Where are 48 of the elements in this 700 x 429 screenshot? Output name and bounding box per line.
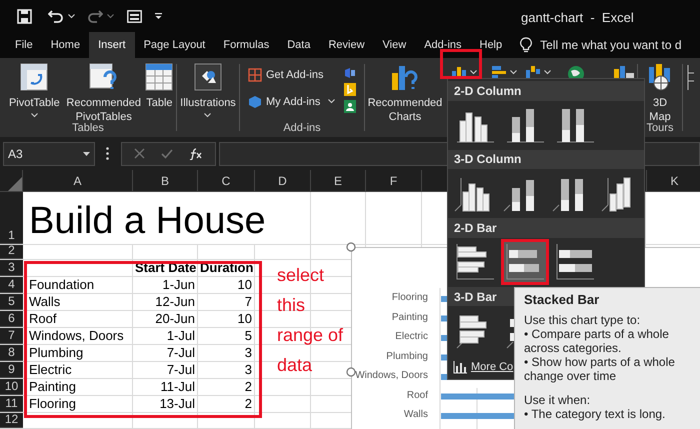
table-cell: Flooring <box>29 396 76 412</box>
table-cell: 20-Jun <box>155 311 195 327</box>
group-label: Tables <box>72 121 104 136</box>
axis-label: Electric <box>395 331 428 343</box>
axis-label: Painting <box>392 312 428 324</box>
table-cell: 3 <box>244 362 252 378</box>
table-cell: 5 <box>244 328 252 344</box>
tooltip-text: Use it when: <box>524 393 592 407</box>
tooltip-text: • Compare parts of a whole across categories. <box>524 327 670 355</box>
annotation-note: select this range of data <box>277 264 344 377</box>
table-cell: 10 <box>238 311 252 327</box>
tooltip-title: Stacked Bar <box>524 293 600 307</box>
tooltip-text: • The category text is long. <box>524 407 666 421</box>
window-title: gantt-chart - Excel <box>521 9 634 27</box>
table-cell: 3 <box>244 345 252 361</box>
tooltip-text: Use this chart type to: <box>524 313 642 327</box>
table-cell: 7-Jul <box>166 362 195 378</box>
axis-label: Plumbing <box>386 350 428 362</box>
table-cell: Foundation <box>29 277 94 293</box>
table-cell: 10 <box>238 277 252 293</box>
table-cell: Windows, Doors <box>29 328 124 344</box>
table-cell: 1-Jun <box>162 277 195 293</box>
axis-label: Windows, Doors <box>355 370 428 382</box>
section-header: 3-D Column <box>454 151 522 168</box>
table-cell: 2 <box>244 396 252 412</box>
group-label: Tours <box>646 122 674 136</box>
table-cell: 11-Jul <box>160 379 195 395</box>
table-cell: 12-Jun <box>155 294 195 310</box>
section-header: 2-D Bar <box>454 220 497 237</box>
table-cell: 1-Jul <box>166 328 195 344</box>
group-label: Add-ins <box>283 121 321 136</box>
table-cell: 7 <box>244 294 252 310</box>
section-header: 3-D Bar <box>454 288 497 306</box>
axis-label: Walls <box>404 409 428 421</box>
axis-label: Roof <box>406 390 428 402</box>
tooltip-text: • Show how parts of a whole change over time <box>524 355 676 383</box>
table-cell: 2 <box>244 379 252 395</box>
table-cell: Electric <box>29 362 72 378</box>
table-cell: 13-Jul <box>160 396 195 412</box>
table-cell: Roof <box>29 311 56 327</box>
table-cell: Duration <box>200 260 254 276</box>
section-header: 2-D Column <box>454 82 522 100</box>
table-cell: 7-Jul <box>166 345 195 361</box>
table-cell: Plumbing <box>29 345 84 361</box>
table-cell: Painting <box>29 379 76 395</box>
axis-label: Flooring <box>392 292 428 304</box>
sheet-title: Build a House <box>29 199 266 244</box>
table-cell: Walls <box>29 294 60 310</box>
